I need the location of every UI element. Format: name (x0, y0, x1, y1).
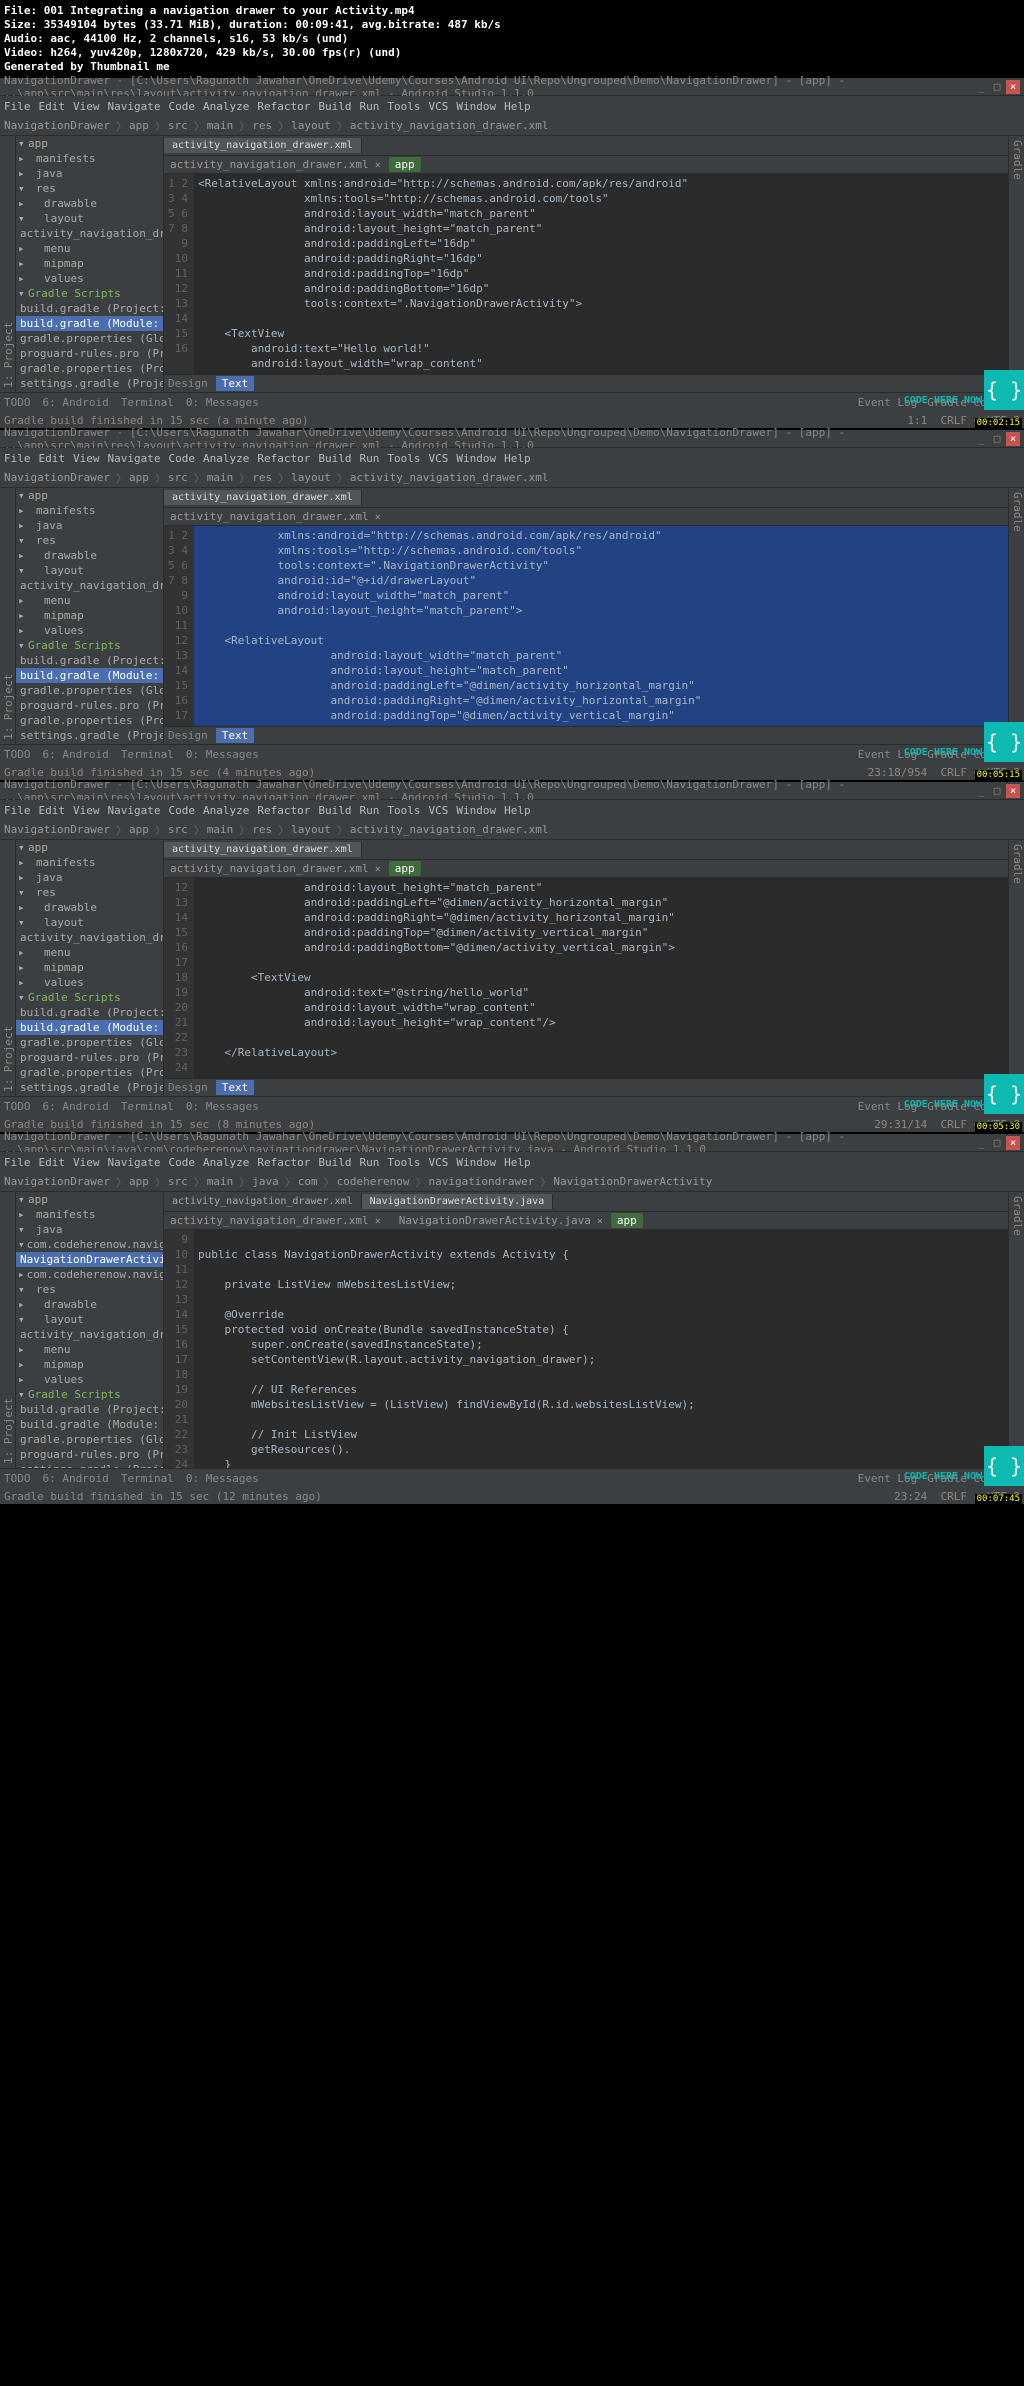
crumb[interactable]: main (207, 119, 234, 132)
code-area[interactable]: public class NavigationDrawerActivity ex… (194, 1230, 1008, 1468)
menu-bar: File Edit View Navigate Code Analyze Ref… (0, 96, 1024, 116)
text-tab[interactable]: Text (216, 376, 255, 391)
menu-build[interactable]: Build (318, 100, 351, 113)
window-titlebar: NavigationDrawer - [C:\Users\Ragunath Ja… (0, 78, 1024, 96)
menu-bar: FileEditViewNavigateCodeAnalyzeRefactorB… (0, 448, 1024, 468)
run-config[interactable]: app (389, 157, 421, 172)
minimize-icon[interactable]: _ (974, 80, 988, 94)
tree-values[interactable]: ▸values (16, 271, 163, 286)
menu-run[interactable]: Run (359, 100, 379, 113)
maximize-icon[interactable]: □ (990, 80, 1004, 94)
close-icon[interactable]: × (1006, 80, 1020, 94)
tree-app[interactable]: ▾app (16, 136, 163, 151)
crumb[interactable]: NavigationDrawer (4, 119, 110, 132)
tree-build-gradle-proj[interactable]: build.gradle (Project: NavigationDrawer) (16, 301, 163, 316)
timestamp: 00:02:15 (975, 418, 1022, 428)
tree-build-gradle-mod[interactable]: build.gradle (Module: app) (16, 316, 163, 331)
tree-layout[interactable]: ▾layout (16, 211, 163, 226)
tree-drawable[interactable]: ▸drawable (16, 196, 163, 211)
tree-gradle-scripts[interactable]: ▾Gradle Scripts (16, 286, 163, 301)
code-area[interactable]: <RelativeLayout xmlns:android="http://sc… (194, 174, 1008, 374)
crumb[interactable]: src (168, 119, 188, 132)
breadcrumb-bar: NavigationDrawer〉 app〉 src〉 main〉 res〉 l… (0, 116, 1024, 136)
menu-view[interactable]: View (73, 100, 100, 113)
messages-tool[interactable]: 0: Messages (186, 396, 259, 409)
bottom-tools: TODO 6: Android Terminal 0: Messages Eve… (0, 392, 1024, 412)
design-tab[interactable]: Design (168, 377, 208, 390)
menu-window[interactable]: Window (456, 100, 496, 113)
menu-analyze[interactable]: Analyze (203, 100, 249, 113)
gradle-tool[interactable]: Gradle (1011, 140, 1024, 388)
crumb[interactable]: activity_navigation_drawer.xml (350, 119, 549, 132)
ide-frame-4: NavigationDrawer - [C:\Users\Ragunath Ja… (0, 1134, 1024, 1504)
menu-code[interactable]: Code (168, 100, 195, 113)
project-tool[interactable]: 1: Project (2, 140, 15, 388)
todo-tool[interactable]: TODO (4, 396, 31, 409)
menu-file[interactable]: File (4, 100, 31, 113)
video-metadata: File: 001 Integrating a navigation drawe… (0, 0, 1024, 78)
menu-bar: FileEditViewNavigateCodeAnalyzeRefactorB… (0, 800, 1024, 820)
editor-pane: activity_navigation_drawer.xml activity_… (164, 136, 1008, 392)
minimize-icon[interactable]: _ (974, 432, 988, 446)
tree-java[interactable]: ▸java (16, 166, 163, 181)
project-tree: ▾app ▸manifests ▸java ▾res ▸drawable ▾la… (16, 488, 164, 744)
tree-proguard[interactable]: proguard-rules.pro (ProGuard Rules for a… (16, 346, 163, 361)
tree-res[interactable]: ▾res (16, 181, 163, 196)
editor-crumbs: activity_navigation_drawer.xml ×app (164, 156, 1008, 174)
left-tool-strip: 1: Project 2: Structure (0, 136, 16, 392)
design-text-tabs: Design Text (164, 374, 1008, 392)
crumb[interactable]: layout (291, 119, 331, 132)
code-area[interactable]: xmlns:android="http://schemas.android.co… (194, 526, 1008, 726)
menu-vcs[interactable]: VCS (428, 100, 448, 113)
tree-xml[interactable]: activity_navigation_drawer.xml (16, 226, 163, 241)
brand-logo: { } (984, 370, 1024, 410)
maximize-icon[interactable]: □ (990, 432, 1004, 446)
project-tree: ▾app ▸manifests ▸java ▾res ▸drawable ▾la… (16, 136, 164, 392)
terminal-tool[interactable]: Terminal (121, 396, 174, 409)
menu-navigate[interactable]: Navigate (108, 100, 161, 113)
right-tool-strip: Gradle (1008, 136, 1024, 392)
close-icon[interactable]: × (1006, 432, 1020, 446)
menu-tools[interactable]: Tools (387, 100, 420, 113)
menu-bar: FileEditViewNavigateCodeAnalyzeRefactorB… (0, 1152, 1024, 1172)
ide-frame-1: NavigationDrawer - [C:\Users\Ragunath Ja… (0, 78, 1024, 428)
line-gutter: 1 2 3 4 5 6 7 8 9 10 11 12 13 14 15 16 (164, 174, 194, 374)
ide-frame-3: NavigationDrawer - [C:\Users\Ragunath Ja… (0, 782, 1024, 1132)
tree-mipmap[interactable]: ▸mipmap (16, 256, 163, 271)
menu-edit[interactable]: Edit (39, 100, 66, 113)
menu-help[interactable]: Help (504, 100, 531, 113)
android-tool[interactable]: 6: Android (43, 396, 109, 409)
editor-tab[interactable]: activity_navigation_drawer.xml (164, 138, 362, 153)
menu-refactor[interactable]: Refactor (257, 100, 310, 113)
brand-text: CODE HERE NOW (904, 395, 982, 406)
code-area[interactable]: android:layout_height="match_parent" and… (194, 878, 1008, 1078)
ide-frame-2: NavigationDrawer - [C:\Users\Ragunath Ja… (0, 430, 1024, 780)
tree-gradle-props2[interactable]: gradle.properties (Project Properties) (16, 361, 163, 376)
crumb[interactable]: res (252, 119, 272, 132)
tree-menu[interactable]: ▸menu (16, 241, 163, 256)
breadcrumb-bar: NavigationDrawer〉app〉src〉main〉res〉layout… (0, 468, 1024, 488)
crumb[interactable]: app (129, 119, 149, 132)
tree-manifests[interactable]: ▸manifests (16, 151, 163, 166)
tree-settings-gradle[interactable]: settings.gradle (Project Settings) (16, 376, 163, 391)
tree-gradle-props[interactable]: gradle.properties (Global Properties) (16, 331, 163, 346)
